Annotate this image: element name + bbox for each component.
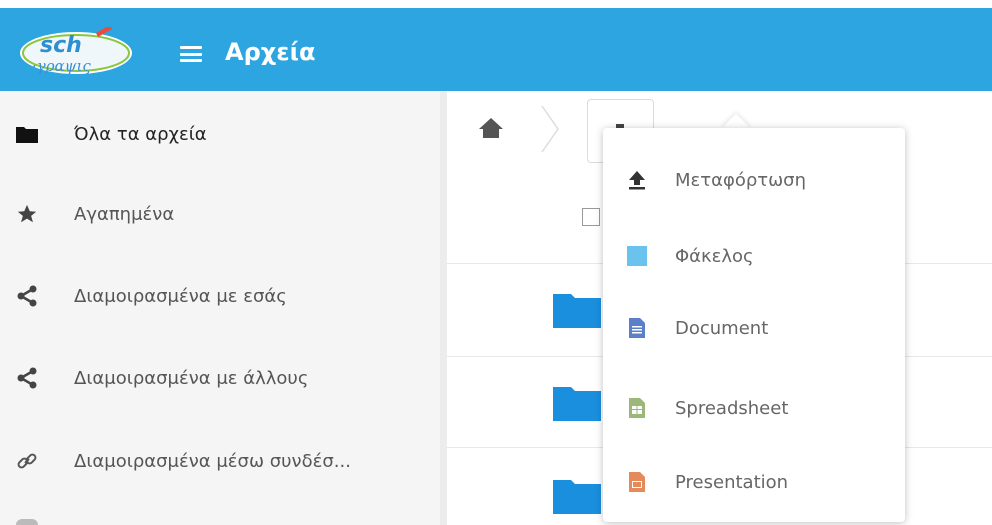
menu-item-presentation[interactable]: Presentation xyxy=(603,452,905,512)
menu-item-upload[interactable]: Μεταφόρτωση xyxy=(603,150,905,210)
document-icon xyxy=(627,317,647,339)
upload-icon xyxy=(627,169,647,191)
link-icon xyxy=(16,450,38,472)
app-header: sch ·γραψις Αρχεία xyxy=(0,8,992,91)
home-icon[interactable] xyxy=(478,116,504,140)
menu-item-label: Spreadsheet xyxy=(675,397,789,419)
folder-icon xyxy=(627,245,647,267)
sidebar-item-shared-by-link[interactable]: Διαμοιρασμένα μέσω συνδέσ... xyxy=(0,436,440,486)
menu-item-label: Presentation xyxy=(675,471,789,493)
sidebar-item-label: Όλα τα αρχεία xyxy=(74,123,207,145)
sidebar-scrollbar[interactable] xyxy=(440,91,447,525)
svg-text:·γραψις: ·γραψις xyxy=(32,57,91,75)
select-all-checkbox[interactable] xyxy=(582,208,600,226)
sidebar-item-label: Διαμοιρασμένα με άλλους xyxy=(74,367,309,389)
menu-item-document[interactable]: Document xyxy=(603,298,905,358)
top-strip xyxy=(0,0,992,8)
folder-icon[interactable] xyxy=(553,383,601,421)
sidebar: Όλα τα αρχεία Αγαπημένα Διαμοιρασμένα με… xyxy=(0,91,441,525)
sidebar-item-all-files[interactable]: Όλα τα αρχεία xyxy=(0,109,440,159)
menu-item-label: Φάκελος xyxy=(675,245,754,267)
sch-logo[interactable]: sch ·γραψις xyxy=(18,27,138,75)
folder-icon[interactable] xyxy=(553,290,601,328)
menu-item-folder[interactable]: Φάκελος xyxy=(603,226,905,286)
sidebar-item-shared-with-you[interactable]: Διαμοιρασμένα με εσάς xyxy=(0,271,440,321)
svg-text:sch: sch xyxy=(40,33,82,58)
sidebar-item-favorites[interactable]: Αγαπημένα xyxy=(0,189,440,239)
folder-icon xyxy=(16,123,38,145)
app-title: Αρχεία xyxy=(225,38,316,66)
folder-icon[interactable] xyxy=(553,476,601,514)
sidebar-item-label: Διαμοιρασμένα με εσάς xyxy=(74,285,287,307)
breadcrumb-separator-icon xyxy=(541,105,559,153)
star-icon xyxy=(16,203,38,225)
more-icon xyxy=(16,519,38,525)
presentation-icon xyxy=(627,471,647,493)
menu-toggle-icon[interactable] xyxy=(180,46,202,62)
sidebar-item-label: Αγαπημένα xyxy=(74,203,175,225)
share-icon xyxy=(16,367,38,389)
sidebar-item-shared-with-others[interactable]: Διαμοιρασμένα με άλλους xyxy=(0,353,440,403)
spreadsheet-icon xyxy=(627,397,647,419)
sidebar-item-label: Διαμοιρασμένα μέσω συνδέσ... xyxy=(74,450,351,472)
menu-item-label: Document xyxy=(675,317,769,339)
menu-item-spreadsheet[interactable]: Spreadsheet xyxy=(603,378,905,438)
share-icon xyxy=(16,285,38,307)
new-file-menu: Μεταφόρτωση Φάκελος Document Spreadsheet… xyxy=(603,128,905,522)
menu-item-label: Μεταφόρτωση xyxy=(675,169,807,191)
